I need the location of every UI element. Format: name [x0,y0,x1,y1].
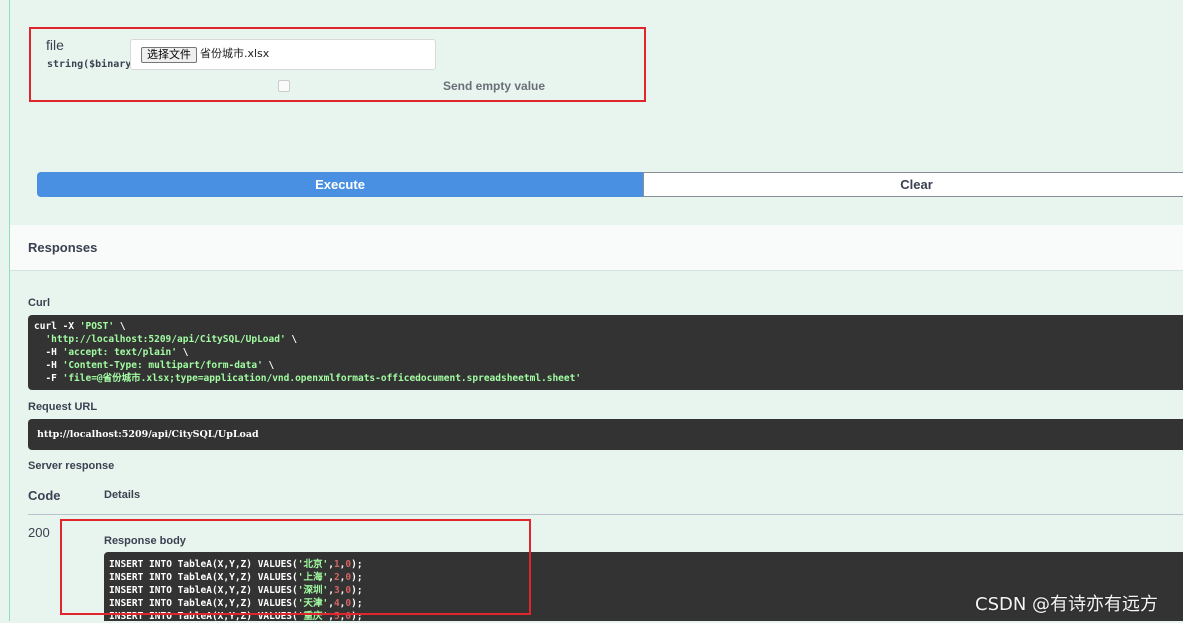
highlight-box-response [60,519,531,615]
column-header-code: Code [28,488,61,503]
server-response-label: Server response [28,460,115,472]
curl-text: \ [114,321,126,332]
curl-text: -H [34,347,63,358]
curl-text: \ [262,360,275,371]
curl-string: 'file=@省份城市.xlsx;type=application/vnd.op… [62,373,582,384]
request-url-label: Request URL [28,401,98,413]
curl-line: curl -X 'POST' \ [34,320,1183,333]
status-code: 200 [28,525,50,540]
watermark: CSDN @有诗亦有远方 [975,594,1159,615]
curl-code-block[interactable]: curl -X 'POST' \ 'http://localhost:5209/… [28,315,1183,390]
curl-string: 'accept: text/plain' [62,347,177,358]
curl-text: -F [34,373,63,384]
curl-line: 'http://localhost:5209/api/CitySQL/UpLoa… [34,333,1183,346]
curl-text: -H [34,360,63,371]
responses-title: Responses [28,240,98,255]
request-url-block[interactable]: http://localhost:5209/api/CitySQL/UpLoad [28,419,1183,450]
curl-line: -F 'file=@省份城市.xlsx;type=application/vnd… [34,372,1183,385]
clear-button[interactable]: Clear [643,172,1183,197]
table-divider [28,514,1183,515]
execute-button[interactable]: Execute [37,172,643,197]
curl-string: 'http://localhost:5209/api/CitySQL/UpLoa… [45,334,286,345]
curl-text: \ [285,334,298,345]
responses-header [10,225,1183,271]
curl-text [34,334,45,345]
curl-text: curl -X [34,321,80,332]
curl-line: -H 'Content-Type: multipart/form-data' \ [34,359,1183,372]
curl-line: -H 'accept: text/plain' \ [34,346,1183,359]
curl-label: Curl [28,297,50,309]
column-header-details: Details [104,489,141,501]
operation-left-border [9,0,10,621]
curl-string: 'Content-Type: multipart/form-data' [62,360,263,371]
highlight-box-file-param [29,27,646,102]
curl-text: \ [177,347,189,358]
curl-string: 'POST' [79,321,115,332]
